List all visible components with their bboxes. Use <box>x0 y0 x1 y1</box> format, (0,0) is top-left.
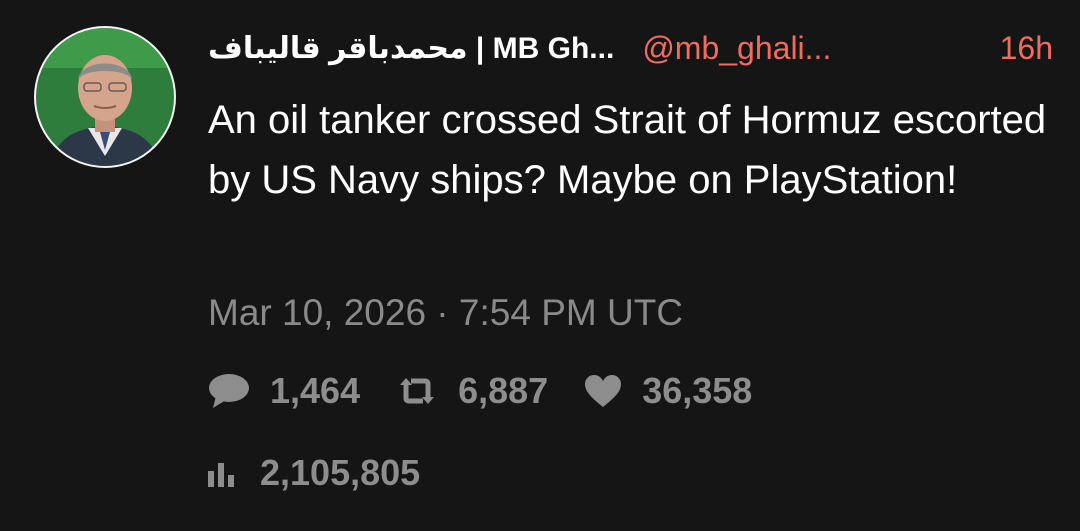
display-name[interactable]: محمدباقر قالیباف | MB Gh... <box>208 31 614 66</box>
view-count: 2,105,805 <box>260 452 421 493</box>
tweet-text: An oil tanker crossed Strait of Hormuz e… <box>208 98 1047 202</box>
engagement-stats: 1,464 6,887 36,358 <box>208 368 752 414</box>
retweet-icon <box>400 378 435 404</box>
reply-stat[interactable]: 1,464 <box>208 370 360 412</box>
tweet-timestamp[interactable]: Mar 10, 2026 · 7:54 PM UTC <box>208 292 683 334</box>
heart-icon <box>585 375 622 407</box>
reply-count: 1,464 <box>270 370 361 411</box>
relative-time[interactable]: 16h <box>1000 30 1053 67</box>
views-chart-icon <box>208 463 234 487</box>
avatar[interactable] <box>34 26 176 168</box>
retweet-stat[interactable]: 6,887 <box>396 370 548 412</box>
views-stat[interactable]: 2,105,805 <box>208 450 420 496</box>
user-handle[interactable]: @mb_ghali... <box>642 30 831 67</box>
tweet-header: محمدباقر قالیباف | MB Gh... @mb_ghali...… <box>208 26 1053 70</box>
retweet-count: 6,887 <box>458 370 549 411</box>
avatar-portrait <box>36 28 174 166</box>
like-count: 36,358 <box>642 370 753 411</box>
comment-icon <box>209 374 249 408</box>
like-stat[interactable]: 36,358 <box>584 370 752 412</box>
